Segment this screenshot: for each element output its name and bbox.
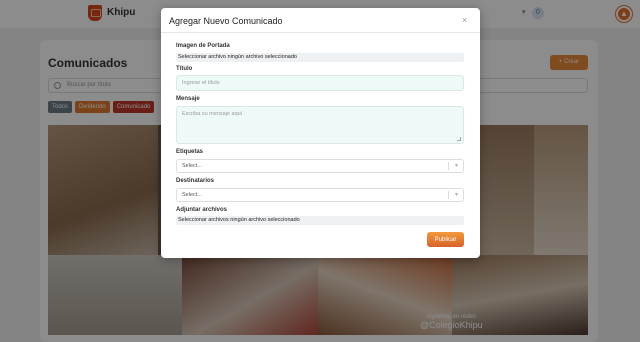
modal-divider — [161, 32, 480, 33]
publish-button[interactable]: Publicar — [427, 232, 464, 247]
tags-label: Etiquetas — [176, 149, 204, 155]
modal-title: Agregar Nuevo Comunicado — [169, 16, 283, 26]
chevron-down-icon[interactable]: ▼ — [454, 160, 459, 172]
cover-image-label: Imagen de Portada — [176, 43, 230, 49]
recipients-label: Destinatarios — [176, 178, 215, 184]
select-divider — [448, 191, 449, 199]
resize-handle-icon[interactable] — [457, 137, 461, 141]
title-input[interactable]: Ingrese el título — [176, 75, 464, 91]
title-label: Título — [176, 66, 193, 72]
tags-select-value: Select... — [182, 163, 202, 169]
message-label: Mensaje — [176, 96, 200, 102]
recipients-select[interactable]: Select... ▼ — [176, 188, 464, 202]
tags-select[interactable]: Select... ▼ — [176, 159, 464, 173]
recipients-select-value: Select... — [182, 192, 202, 198]
attachments-label: Adjuntar archivos — [176, 207, 228, 213]
message-placeholder: Escriba su mensaje aquí — [182, 111, 243, 117]
select-divider — [448, 162, 449, 170]
close-icon[interactable]: × — [462, 15, 467, 25]
cover-image-file-input[interactable]: Seleccionar archivo ningún archivo selec… — [176, 53, 464, 62]
attachments-file-input[interactable]: Seleccionar archivos ningún archivo sele… — [176, 216, 464, 225]
message-textarea[interactable]: Escriba su mensaje aquí — [176, 106, 464, 144]
new-announcement-modal: Agregar Nuevo Comunicado × Imagen de Por… — [161, 8, 480, 258]
chevron-down-icon[interactable]: ▼ — [454, 189, 459, 201]
